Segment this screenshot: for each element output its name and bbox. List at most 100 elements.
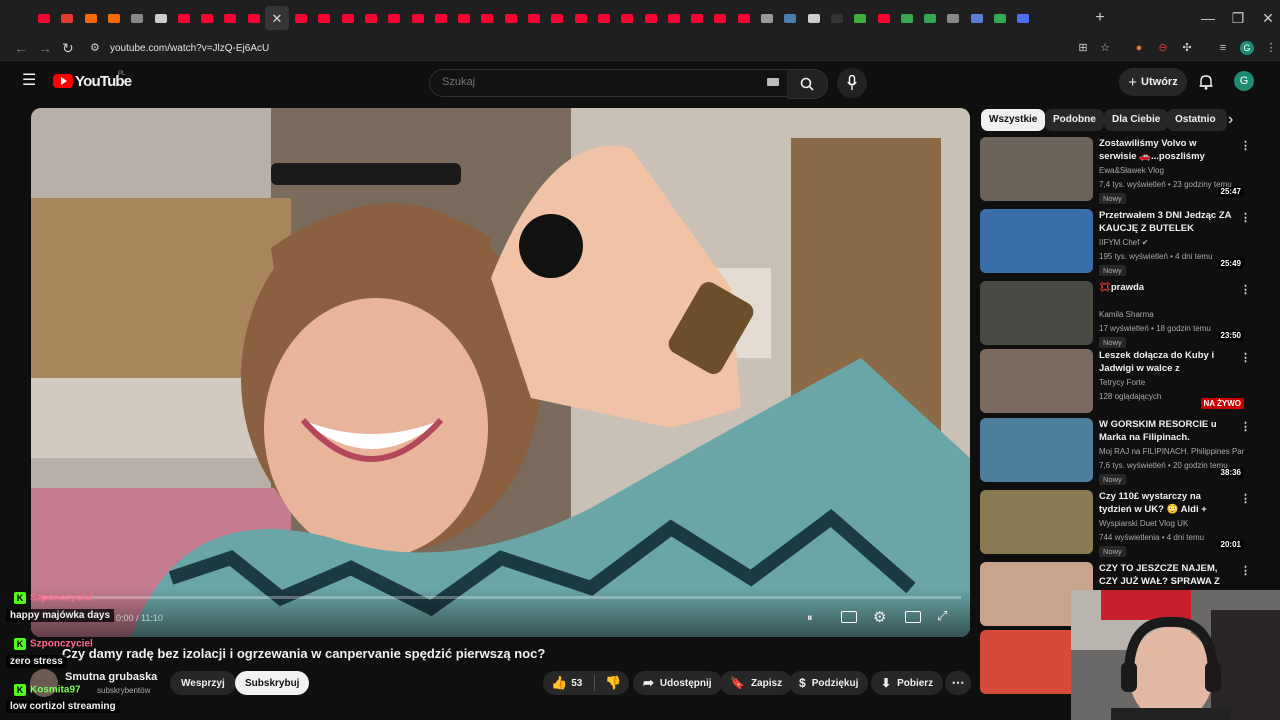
video-player[interactable]: 0:00 / 11:10 ⏸ ⚙ ⤢	[31, 108, 970, 637]
channel-name[interactable]: IIFYM Chef ✔	[1099, 238, 1244, 247]
recommendation-item[interactable]: 25:49 Przetrwałem 3 DNI Jedząc ZA KAUCJĘ …	[980, 209, 1251, 276]
more-options-icon[interactable]: ⋮	[1240, 564, 1251, 577]
browser-tab[interactable]	[104, 8, 124, 28]
extension-icon[interactable]: ●	[1132, 41, 1146, 55]
recommendation-item[interactable]: 25:47 Zostawiliśmy Volvo w serwisie 🚗...p…	[980, 137, 1251, 204]
channel-name[interactable]: Kamila Sharma	[1099, 310, 1244, 319]
channel-name[interactable]: Ewa&Sławek Vlog	[1099, 166, 1244, 175]
chip-all[interactable]: Wszystkie	[981, 109, 1046, 131]
browser-tab[interactable]	[127, 8, 147, 28]
more-options-icon[interactable]: ⋮	[1240, 211, 1251, 224]
browser-menu-icon[interactable]: ⋮	[1264, 41, 1278, 55]
browser-tab[interactable]	[174, 8, 194, 28]
recommendation-item[interactable]: 38:36 W GORSKIM RESORCIE u Marka na Filip…	[980, 418, 1251, 485]
close-window-icon[interactable]: ✕	[1258, 10, 1278, 26]
video-title-link[interactable]: W GORSKIM RESORCIE u Marka na Filipinach…	[1099, 418, 1233, 444]
video-title-link[interactable]: Leszek dołącza do Kuby i Jadwigi w walce…	[1099, 349, 1233, 375]
like-icon[interactable]: 👍	[551, 675, 567, 691]
video-title-link[interactable]: Zostawiliśmy Volvo w serwisie 🚗...poszli…	[1099, 137, 1233, 163]
browser-tab[interactable]	[850, 8, 870, 28]
more-options-icon[interactable]: ⋮	[1240, 420, 1251, 433]
forward-icon[interactable]: →	[38, 40, 52, 56]
browser-tab[interactable]	[454, 8, 474, 28]
video-thumbnail[interactable]	[980, 418, 1093, 482]
browser-tab[interactable]	[734, 8, 754, 28]
recommendation-item[interactable]: 23:50 💢prawda Kamila Sharma 17 wyświetleń •…	[980, 281, 1251, 348]
support-button[interactable]: Wesprzyj	[170, 671, 236, 695]
browser-tab[interactable]	[57, 8, 77, 28]
browser-tab[interactable]	[874, 8, 894, 28]
extensions-puzzle-icon[interactable]: ✣	[1180, 41, 1194, 55]
address-bar[interactable]: ⚙ youtube.com/watch?v=JlzQ-Ej6AcU	[84, 38, 1124, 58]
channel-name[interactable]: Smutna grubaska	[65, 671, 157, 683]
browser-tab[interactable]	[477, 8, 497, 28]
browser-tab[interactable]	[501, 8, 521, 28]
theater-mode-icon[interactable]	[905, 611, 921, 623]
settings-gear-icon[interactable]: ⚙	[873, 608, 886, 626]
video-thumbnail[interactable]	[980, 490, 1093, 554]
more-actions-icon[interactable]: ⋯	[945, 671, 971, 695]
youtube-logo-icon[interactable]	[53, 74, 73, 88]
browser-tab[interactable]	[780, 8, 800, 28]
bookmark-star-icon[interactable]: ☆	[1098, 41, 1112, 55]
share-button[interactable]: ➦ Udostępnij	[633, 671, 722, 695]
browser-tab[interactable]	[804, 8, 824, 28]
create-button[interactable]: + Utwórz	[1119, 68, 1187, 96]
browser-tab[interactable]	[827, 8, 847, 28]
browser-tab[interactable]	[431, 8, 451, 28]
autoplay-toggle-icon[interactable]: ⏸	[807, 612, 813, 625]
more-options-icon[interactable]: ⋮	[1240, 492, 1251, 505]
new-tab-icon[interactable]: +	[1090, 10, 1110, 26]
browser-tab[interactable]	[408, 8, 428, 28]
browser-tab[interactable]	[594, 8, 614, 28]
recommendation-item[interactable]: NA ŻYWO Leszek dołącza do Kuby i Jadwigi …	[980, 349, 1251, 413]
browser-tab[interactable]	[338, 8, 358, 28]
chip-for-you[interactable]: Dla Ciebie	[1104, 109, 1169, 131]
browser-tab[interactable]	[361, 8, 381, 28]
recommendation-item[interactable]: 20:01 Czy 110£ wystarczy na tydzień w UK?…	[980, 490, 1251, 557]
like-count[interactable]: 53	[571, 678, 582, 689]
install-app-icon[interactable]: ⊞	[1076, 41, 1090, 55]
more-options-icon[interactable]: ⋮	[1240, 283, 1251, 296]
browser-tab[interactable]	[990, 8, 1010, 28]
browser-tab[interactable]	[220, 8, 240, 28]
fullscreen-icon[interactable]: ⤢	[937, 608, 947, 624]
search-input[interactable]	[440, 75, 744, 89]
back-icon[interactable]: ←	[14, 40, 28, 56]
chip-related[interactable]: Podobne	[1045, 109, 1104, 131]
subscribe-button[interactable]: Subskrybuj	[235, 671, 310, 695]
video-thumbnail[interactable]	[980, 209, 1093, 273]
more-options-icon[interactable]: ⋮	[1240, 139, 1251, 152]
browser-tab[interactable]	[197, 8, 217, 28]
restore-window-icon[interactable]: ❐	[1228, 10, 1248, 26]
minimize-window-icon[interactable]: —	[1198, 10, 1218, 26]
video-thumbnail[interactable]	[980, 137, 1093, 201]
extension-block-icon[interactable]: ⊖	[1156, 41, 1170, 55]
chevron-right-icon[interactable]: ›	[1228, 111, 1233, 129]
browser-tab[interactable]	[641, 8, 661, 28]
captions-icon[interactable]	[841, 611, 857, 623]
site-info-icon[interactable]: ⚙	[90, 41, 100, 54]
browser-tab[interactable]	[384, 8, 404, 28]
browser-tab[interactable]	[81, 8, 101, 28]
browser-tab[interactable]	[151, 8, 171, 28]
browser-tab[interactable]	[524, 8, 544, 28]
browser-tab[interactable]	[897, 8, 917, 28]
search-button[interactable]	[787, 69, 828, 99]
account-avatar[interactable]: G	[1234, 71, 1254, 91]
progress-bar[interactable]	[41, 596, 961, 599]
video-thumbnail[interactable]	[980, 281, 1093, 345]
voice-search-button[interactable]	[837, 68, 867, 98]
browser-tab[interactable]	[314, 8, 334, 28]
profile-avatar[interactable]: G	[1240, 41, 1254, 55]
browser-tab[interactable]	[34, 8, 54, 28]
browser-tab[interactable]	[571, 8, 591, 28]
video-title-link[interactable]: 💢prawda	[1099, 281, 1233, 294]
dislike-icon[interactable]: 👎	[605, 675, 621, 691]
video-thumbnail[interactable]	[980, 349, 1093, 413]
channel-name[interactable]: Wyspiarski Duet Vlog UK	[1099, 519, 1244, 528]
chip-recent[interactable]: Ostatnio	[1167, 109, 1227, 131]
browser-tab[interactable]	[617, 8, 637, 28]
media-control-icon[interactable]: ≡	[1216, 41, 1230, 55]
browser-tab[interactable]	[1013, 8, 1033, 28]
